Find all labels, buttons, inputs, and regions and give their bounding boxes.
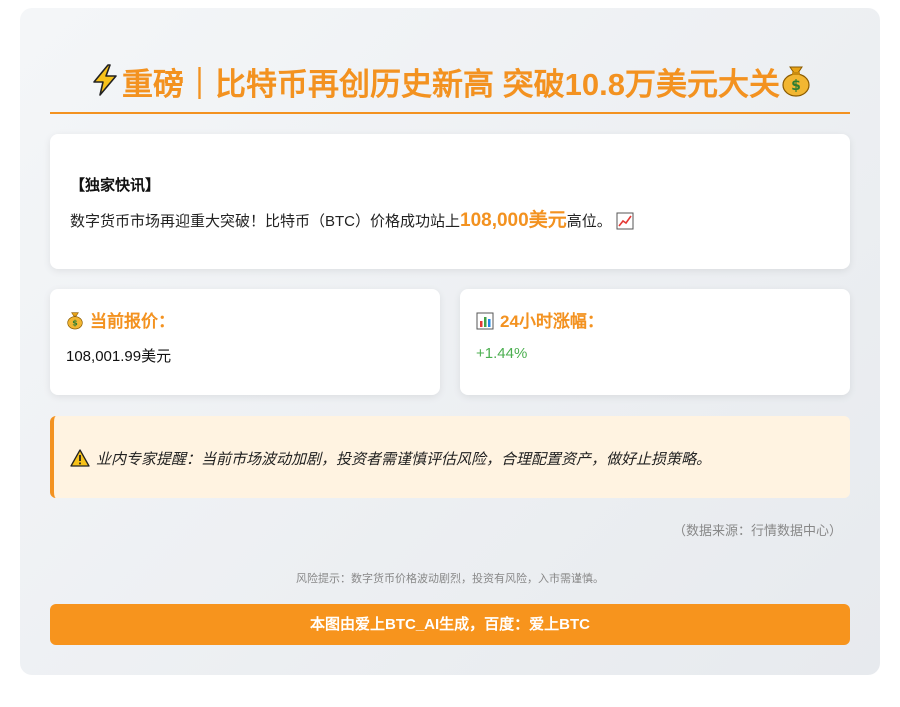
price-label: $ 当前报价：: [66, 307, 175, 335]
price-value: 108,001.99美元: [66, 348, 172, 365]
change-card: 24小时涨幅： +1.44%: [460, 289, 850, 395]
svg-text:$: $: [791, 78, 801, 94]
title-divider: [50, 112, 850, 114]
price-card: $ 当前报价： 108,001.99美元: [50, 289, 440, 395]
price-highlight: 108,000美元: [460, 210, 567, 231]
news-body-tail: 高位。: [566, 213, 612, 230]
bar-chart-icon: [476, 312, 494, 335]
money-bag-icon: $: [66, 310, 84, 335]
footer-banner: 本图由爱上BTC_AI生成，百度：爱上BTC: [50, 604, 850, 645]
expert-alert: 业内专家提醒：当前市场波动加剧，投资者需谨慎评估风险，合理配置资产，做好止损策略…: [50, 416, 850, 498]
alert-message: 业内专家提醒：当前市场波动加剧，投资者需谨慎评估风险，合理配置资产，做好止损策略…: [70, 448, 711, 471]
chart-increasing-icon: [616, 212, 634, 239]
alert-text: 业内专家提醒：当前市场波动加剧，投资者需谨慎评估风险，合理配置资产，做好止损策略…: [96, 451, 712, 468]
svg-text:$: $: [72, 319, 77, 328]
risk-note: 风险提示：数字货币价格波动剧烈，投资有风险，入市需谨慎。: [296, 573, 604, 585]
news-body: 数字货币市场再迎重大突破！比特币（BTC）价格成功站上108,000美元高位。: [70, 208, 634, 239]
page-title: 重磅｜比特币再创历史新高 突破10.8万美元大关 $: [50, 60, 850, 110]
news-card: 【独家快讯】 数字货币市场再迎重大突破！比特币（BTC）价格成功站上108,00…: [50, 134, 850, 269]
poster-card: 重磅｜比特币再创历史新高 突破10.8万美元大关 $ 【独家快讯】 数字货币市场…: [20, 8, 880, 675]
change-label-text: 24小时涨幅：: [500, 312, 604, 331]
warning-icon: [70, 449, 90, 471]
lightning-icon: [88, 62, 122, 112]
data-source: （数据来源：行情数据中心）: [672, 523, 842, 538]
news-body-text: 数字货币市场再迎重大突破！比特币（BTC）价格成功站上: [70, 213, 461, 230]
change-value: +1.44%: [476, 345, 528, 362]
change-label: 24小时涨幅：: [476, 307, 604, 335]
title-text: 重磅｜比特币再创历史新高 突破10.8万美元大关: [122, 67, 780, 102]
price-label-text: 当前报价：: [90, 312, 175, 331]
money-bag-icon: $: [780, 62, 812, 112]
news-heading: 【独家快讯】: [70, 177, 161, 194]
